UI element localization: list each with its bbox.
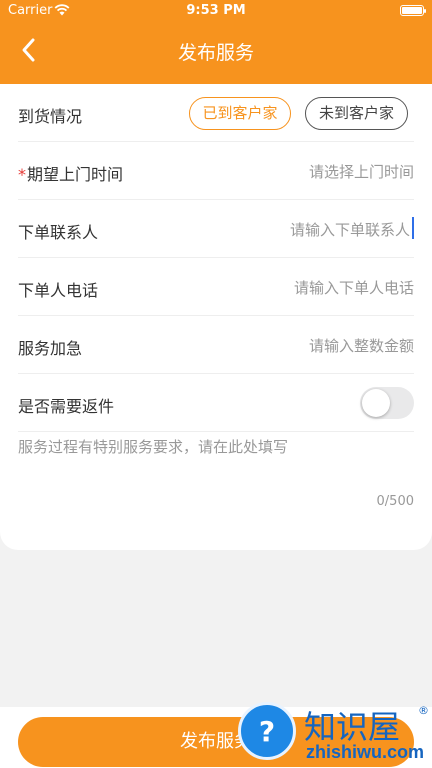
return-toggle[interactable]: [360, 387, 414, 419]
urgent-fee-label: 服务加急: [18, 339, 83, 358]
remarks-textarea[interactable]: 服务过程有特别服务要求，请在此处填写: [18, 436, 414, 516]
page-title: 发布服务: [177, 42, 254, 64]
form-card: 到货情况 已到客户家 未到客户家 *期望上门时间 请选择上门时间 下单联系人 请…: [0, 84, 432, 550]
visit-time-label-text: 期望上门时间: [27, 165, 124, 184]
phone-row: 下单人电话 请输入下单人电话: [18, 258, 414, 316]
toggle-knob: [362, 389, 390, 417]
urgent-fee-input[interactable]: 请输入整数金额: [309, 335, 414, 356]
watermark-logo-icon: ?: [238, 702, 296, 760]
battery-icon: [400, 5, 426, 16]
text-cursor: [412, 217, 414, 239]
not-arrived-option-button[interactable]: 未到客户家: [305, 97, 408, 130]
question-mark-icon: ?: [258, 715, 276, 748]
urgent-fee-row: 服务加急 请输入整数金额: [18, 316, 414, 374]
contact-label: 下单联系人: [18, 223, 99, 242]
required-mark: *: [18, 165, 26, 184]
return-row: 是否需要返件: [18, 374, 414, 432]
return-label: 是否需要返件: [18, 397, 115, 416]
arrived-option-button[interactable]: 已到客户家: [189, 97, 291, 130]
clock: 9:53 PM: [186, 3, 246, 18]
visit-time-row[interactable]: *期望上门时间 请选择上门时间: [18, 142, 414, 200]
registered-mark: ®: [418, 704, 429, 717]
character-counter: 0/500: [376, 494, 414, 509]
visit-time-picker[interactable]: 请选择上门时间: [309, 161, 414, 182]
arrival-status-label: 到货情况: [18, 107, 83, 126]
watermark-url: zhishiwu.com: [306, 742, 425, 762]
visit-time-label: *期望上门时间: [18, 161, 123, 185]
arrival-status-row: 到货情况 已到客户家 未到客户家: [18, 84, 414, 142]
contact-row: 下单联系人 请输入下单联系人: [18, 200, 414, 258]
phone-label: 下单人电话: [18, 281, 99, 300]
status-bar: Carrier 9:53 PM: [0, 0, 432, 24]
phone-input[interactable]: 请输入下单人电话: [294, 277, 414, 298]
contact-input[interactable]: 请输入下单联系人: [290, 219, 410, 240]
navigation-bar: 发布服务: [0, 24, 432, 76]
